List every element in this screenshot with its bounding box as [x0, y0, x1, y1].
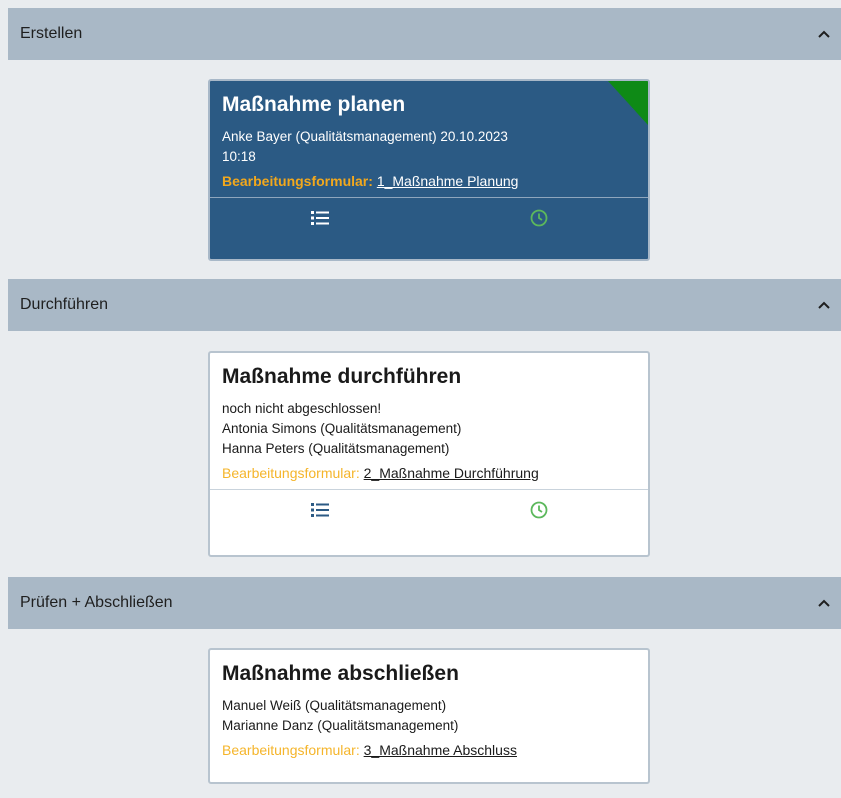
chevron-up-icon[interactable] [817, 298, 831, 312]
card-assignee: Marianne Danz (Qualitätsmanagement) [222, 718, 459, 733]
task-card-planen[interactable]: Maßnahme planen Anke Bayer (Qualitätsman… [208, 79, 650, 261]
section-title: Prüfen + Abschließen [20, 594, 173, 611]
history-button[interactable] [429, 490, 648, 530]
card-time: 10:18 [222, 149, 256, 164]
chevron-up-icon[interactable] [817, 596, 831, 610]
section-header-erstellen[interactable]: Erstellen [8, 8, 841, 60]
clock-icon [530, 501, 547, 519]
form-link[interactable]: 3_Maßnahme Abschluss [364, 742, 517, 758]
card-assignee: Anke Bayer (Qualitätsmanagement) 20.10.2… [222, 129, 508, 144]
card-assignee: Hanna Peters (Qualitätsmanagement) [222, 441, 450, 456]
card-status: noch nicht abgeschlossen! [222, 401, 382, 416]
section-title: Durchführen [20, 296, 109, 313]
task-card-durchfuehren[interactable]: Maßnahme durchführen noch nicht abgeschl… [208, 351, 650, 557]
form-label: Bearbeitungsformular: [222, 465, 360, 481]
form-label: Bearbeitungsformular: [222, 173, 373, 189]
details-button[interactable] [210, 490, 429, 530]
card-title: Maßnahme planen [222, 93, 406, 116]
card-assignee: Manuel Weiß (Qualitätsmanagement) [222, 698, 447, 713]
section-header-durchfuehren[interactable]: Durchführen [8, 279, 841, 331]
card-assignee: Antonia Simons (Qualitätsmanagement) [222, 421, 462, 436]
section-header-pruefen[interactable]: Prüfen + Abschließen [8, 577, 841, 629]
details-button[interactable] [210, 198, 429, 238]
form-link[interactable]: 2_Maßnahme Durchführung [364, 465, 539, 481]
list-icon [310, 211, 329, 225]
chevron-up-icon[interactable] [817, 27, 831, 41]
history-button[interactable] [429, 198, 648, 238]
form-link[interactable]: 1_Maßnahme Planung [377, 173, 519, 189]
section-title: Erstellen [20, 25, 83, 42]
list-icon [310, 503, 329, 517]
form-label: Bearbeitungsformular: [222, 742, 360, 758]
task-card-abschliessen[interactable]: Maßnahme abschließen Manuel Weiß (Qualit… [208, 648, 650, 784]
clock-icon [530, 209, 547, 227]
card-title: Maßnahme abschließen [222, 662, 459, 685]
card-title: Maßnahme durchführen [222, 365, 462, 388]
